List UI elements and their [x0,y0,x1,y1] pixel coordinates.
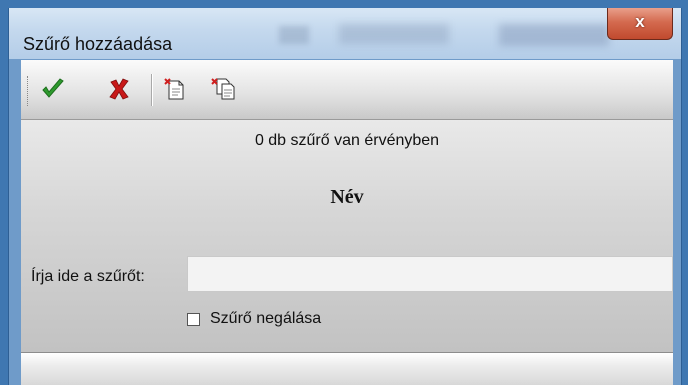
copy-documents-icon [211,78,235,100]
negate-filter-checkbox[interactable] [187,312,200,326]
filter-label: Írja ide a szűrőt: [31,268,145,285]
title-bar-background [499,24,609,46]
window-title: Szűrő hozzáadása [23,34,173,54]
close-button[interactable]: x [607,8,673,40]
filter-input[interactable] [187,256,673,292]
dialog-window: Szűrő hozzáadása x 0 db szűrő van érvény… [8,8,682,385]
title-bar[interactable]: Szűrő hozzáadása x [9,8,681,59]
toolbar [21,60,673,120]
status-bar [21,352,673,385]
red-x-icon [109,78,129,100]
active-filter-count: 0 db szűrő van érvényben [254,132,440,149]
title-bar-background [339,24,449,44]
dialog-client-area: 0 db szűrő van érvényben Név Írja ide a … [21,60,673,385]
ok-button[interactable] [39,74,67,104]
new-document-icon [164,78,184,100]
new-filter-button[interactable] [161,74,189,104]
title-bar-background [279,26,309,44]
copy-filter-button[interactable] [209,74,237,104]
green-checkmark-icon [42,78,64,98]
toolbar-grip[interactable] [27,76,30,106]
negate-filter-label[interactable]: Szűrő negálása [210,310,321,328]
cancel-button[interactable] [105,74,133,104]
negate-filter-option[interactable]: Szűrő negálása [187,310,321,328]
column-name-heading: Név [330,186,364,208]
close-icon: x [635,11,645,31]
toolbar-separator [151,74,153,106]
filter-panel: 0 db szűrő van érvényben Név Írja ide a … [21,120,673,352]
